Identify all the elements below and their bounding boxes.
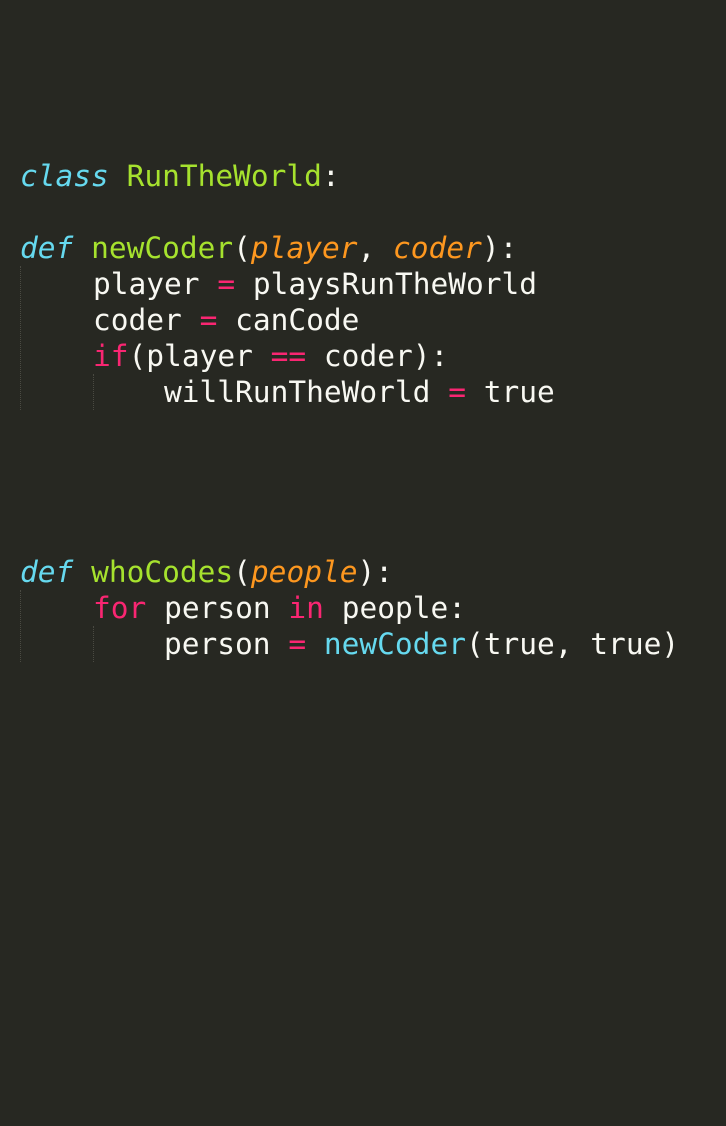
operator: ==: [270, 339, 307, 373]
condition-left: (player: [128, 339, 253, 373]
operator: =: [448, 375, 466, 409]
paren-close: ):: [357, 555, 394, 589]
keyword-def: def: [20, 231, 74, 265]
keyword-def: def: [20, 555, 74, 589]
operator: =: [288, 627, 307, 661]
keyword-class: class: [20, 159, 109, 193]
indent-guide: [93, 626, 94, 662]
keyword-for: for: [93, 591, 147, 625]
value: canCode: [235, 303, 360, 337]
code-line-def-newcoder: def newCoder(player, coder):: [20, 230, 517, 266]
paren-open: (: [233, 555, 251, 589]
operator: =: [217, 267, 236, 301]
parameter: people: [250, 555, 358, 589]
code-line-class: class RunTheWorld:: [20, 158, 340, 194]
variable: willRunTheWorld: [164, 375, 431, 409]
condition-right: coder):: [323, 339, 449, 373]
function-name: newCoder: [91, 231, 234, 265]
value: playsRunTheWorld: [252, 267, 538, 301]
indent-guide: [20, 266, 21, 410]
paren-close: ):: [481, 231, 518, 265]
comma: ,: [357, 231, 394, 265]
arguments: (true, true): [465, 627, 680, 661]
parameter: player: [250, 231, 358, 265]
function-call: newCoder: [323, 627, 466, 661]
code-line-assign-will: willRunTheWorld = true: [164, 374, 555, 410]
paren-open: (: [233, 231, 251, 265]
operator: =: [199, 303, 218, 337]
indent-guide: [20, 590, 21, 662]
loop-variable: person: [164, 591, 271, 625]
variable: coder: [93, 303, 182, 337]
colon: :: [321, 159, 340, 193]
parameter: coder: [393, 231, 482, 265]
code-editor[interactable]: class RunTheWorld: def newCoder(player, …: [0, 0, 726, 1126]
code-line-assign-player: player = playsRunTheWorld: [93, 266, 537, 302]
code-line-assign-coder: coder = canCode: [93, 302, 359, 338]
keyword-in: in: [288, 591, 324, 625]
value: true: [483, 375, 555, 409]
class-name: RunTheWorld: [126, 159, 322, 193]
code-line-def-whocodes: def whoCodes(people):: [20, 554, 393, 590]
code-line-if: if(player == coder):: [93, 338, 448, 374]
code-line-for: for person in people:: [93, 590, 466, 626]
code-line-call: person = newCoder(true, true): [164, 626, 679, 662]
variable: player: [93, 267, 200, 301]
variable: person: [164, 627, 271, 661]
keyword-if: if: [93, 339, 129, 373]
function-name: whoCodes: [91, 555, 234, 589]
iterable: people:: [341, 591, 467, 625]
indent-guide: [93, 374, 94, 410]
